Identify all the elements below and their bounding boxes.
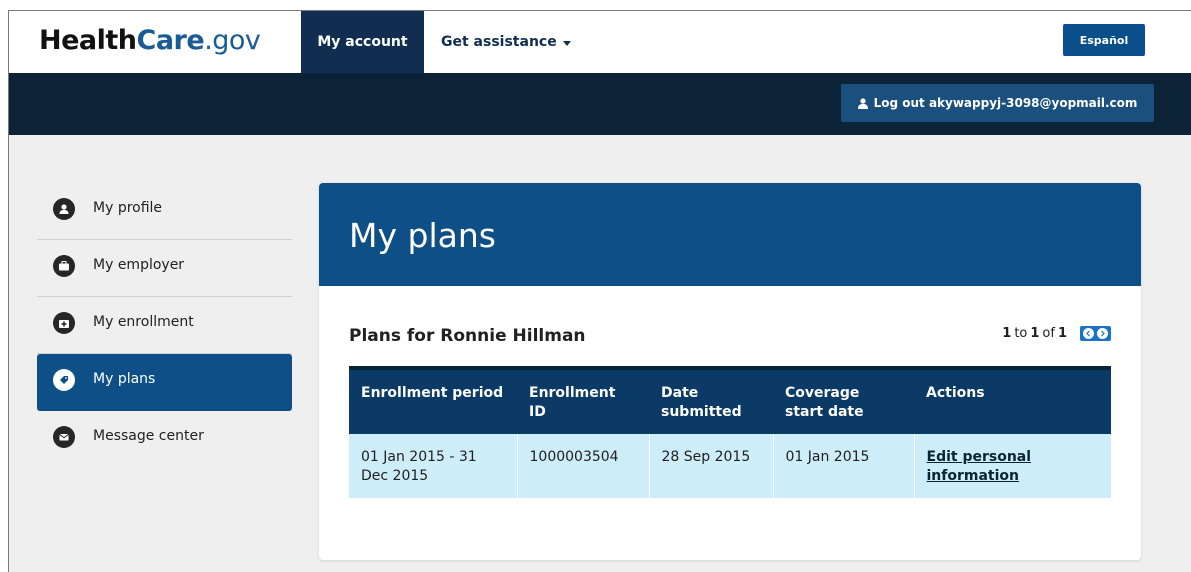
sidebar-item-my-plans[interactable]: My plans: [37, 354, 292, 411]
cell-date-submitted: 28 Sep 2015: [649, 434, 774, 498]
plans-table: Enrollment period Enrollment ID Date sub…: [349, 366, 1111, 498]
sidebar-item-label: My enrollment: [93, 314, 194, 330]
pager-to-word: to: [1014, 326, 1028, 341]
medical-kit-icon: [53, 312, 75, 334]
pager-total: 1: [1057, 326, 1067, 341]
pager-of-word: of: [1042, 326, 1055, 341]
page-title: My plans: [319, 183, 1141, 286]
page-frame: HealthCare.gov My account Get assistance…: [8, 10, 1191, 572]
my-plans-card: My plans Plans for Ronnie Hillman 1 to 1…: [319, 183, 1141, 560]
espanol-button[interactable]: Español: [1063, 24, 1145, 56]
pager-controls: [1080, 326, 1111, 341]
cell-enrollment-period: 01 Jan 2015 - 31 Dec 2015: [349, 434, 518, 498]
sidebar-item-message-center[interactable]: Message center: [37, 411, 292, 468]
account-bar: Log out akywappyj-3098@yopmail.com: [9, 73, 1191, 135]
top-nav: HealthCare.gov My account Get assistance…: [9, 11, 1191, 73]
user-icon: [857, 97, 868, 109]
logout-button[interactable]: Log out akywappyj-3098@yopmail.com: [841, 84, 1154, 122]
nav-get-assistance[interactable]: Get assistance: [441, 11, 571, 73]
sidebar-nav: My profile My employer My enrollment My …: [37, 183, 292, 468]
briefcase-icon: [53, 255, 75, 277]
column-header: Actions: [926, 385, 985, 401]
sidebar-item-label: My employer: [93, 257, 185, 273]
envelope-icon: [53, 426, 75, 448]
nav-my-account[interactable]: My account: [301, 11, 424, 73]
column-header: Enrollment ID: [529, 385, 616, 420]
edit-personal-information-link[interactable]: Edit personal information: [927, 449, 1032, 484]
next-page-icon[interactable]: [1097, 328, 1108, 339]
pagination: 1 to 1 of 1: [1002, 326, 1111, 341]
tag-icon: [53, 369, 75, 391]
sidebar-item-label: Message center: [93, 428, 204, 444]
user-icon: [53, 198, 75, 220]
table-header-row: Enrollment period Enrollment ID Date sub…: [349, 368, 1111, 434]
table-row: 01 Jan 2015 - 31 Dec 2015 1000003504 28 …: [349, 434, 1111, 498]
logo-part-care: Care: [136, 25, 205, 56]
previous-page-icon[interactable]: [1083, 328, 1094, 339]
nav-my-account-label: My account: [317, 34, 408, 50]
sidebar-item-label: My plans: [93, 371, 156, 387]
sidebar-item-label: My profile: [93, 200, 163, 216]
sidebar-item-my-enrollment[interactable]: My enrollment: [37, 297, 292, 354]
espanol-label: Español: [1079, 33, 1129, 47]
cell-actions: Edit personal information: [914, 434, 1111, 498]
sidebar-item-my-employer[interactable]: My employer: [37, 240, 292, 297]
column-header: Enrollment period: [361, 385, 504, 401]
sidebar-item-my-profile[interactable]: My profile: [37, 183, 292, 240]
healthcare-logo[interactable]: HealthCare.gov: [39, 25, 261, 56]
plans-heading: Plans for Ronnie Hillman: [349, 326, 586, 346]
pager-to: 1: [1030, 326, 1040, 341]
logo-part-gov: .gov: [204, 25, 261, 56]
column-header: Coverage start date: [785, 385, 864, 420]
pager-from: 1: [1002, 326, 1012, 341]
cell-enrollment-id: 1000003504: [517, 434, 650, 498]
logo-part-health: Health: [39, 25, 137, 56]
caret-down-icon: [562, 40, 571, 46]
column-header: Date submitted: [661, 385, 742, 420]
cell-coverage-start: 01 Jan 2015: [773, 434, 915, 498]
logout-label: Log out akywappyj-3098@yopmail.com: [873, 96, 1138, 110]
nav-get-assistance-label: Get assistance: [441, 34, 557, 50]
